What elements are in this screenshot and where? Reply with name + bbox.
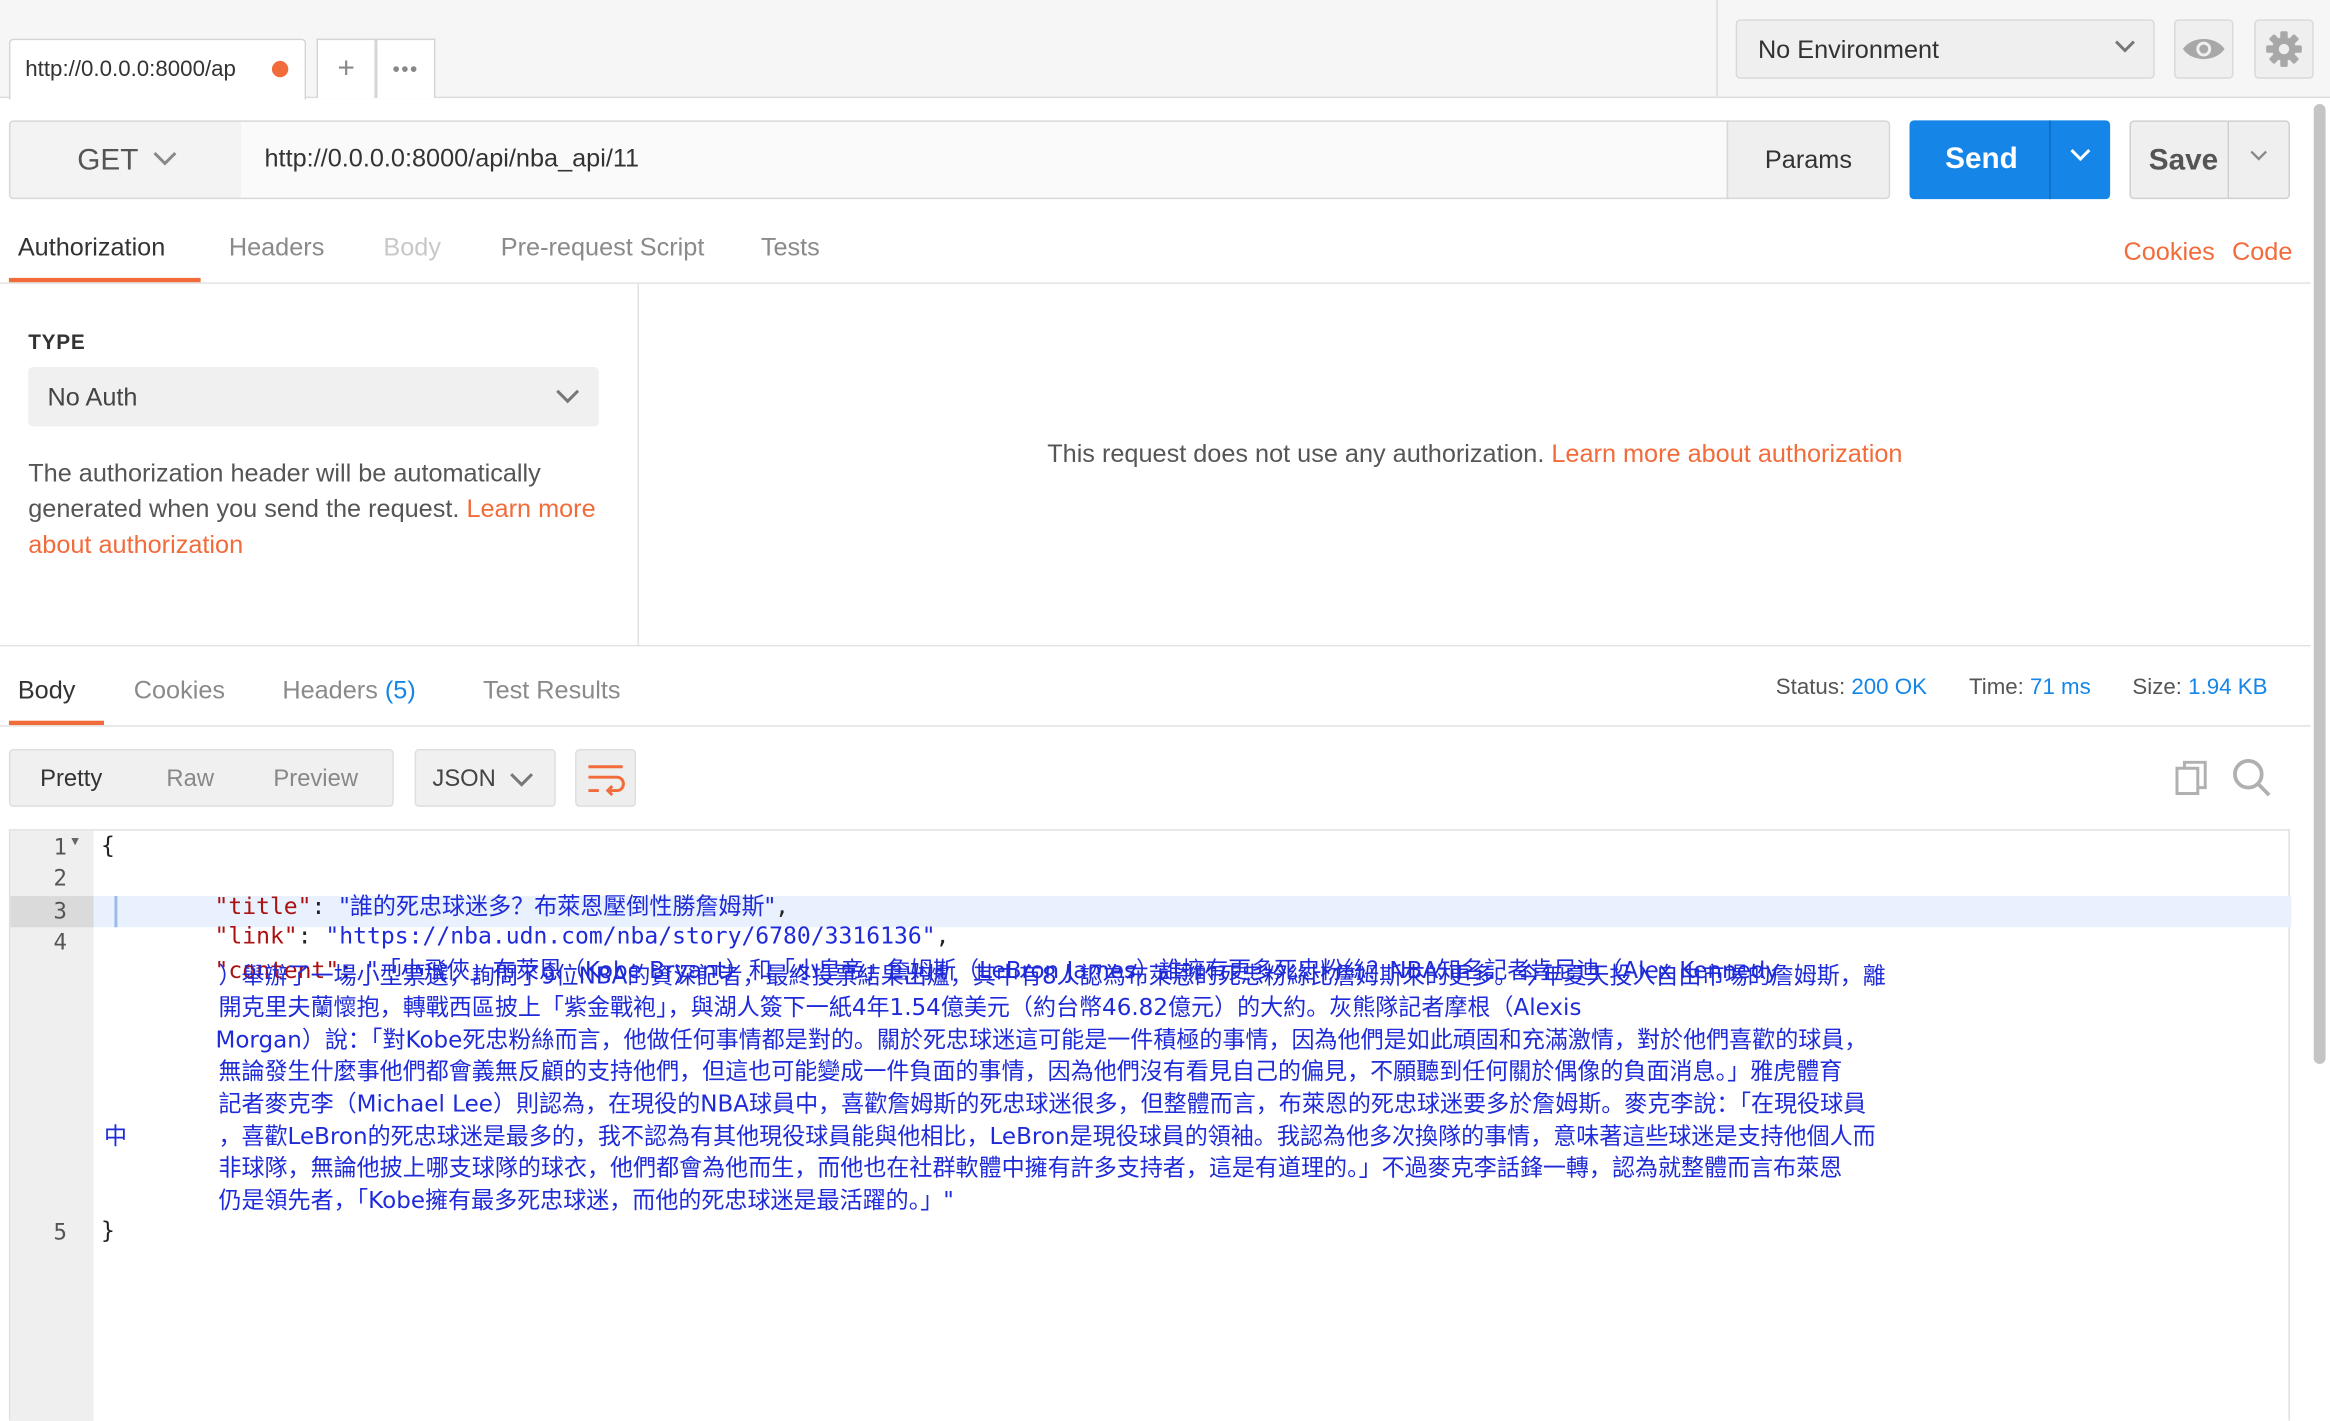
content-line: Morgan）說：「對Kobe死忠粉絲而言，他做任何事情都是對的。關於死忠球迷這… bbox=[215, 1026, 1868, 1054]
headers-count: (5) bbox=[384, 676, 416, 705]
cookies-link[interactable]: Cookies bbox=[2123, 238, 2214, 268]
auth-type-label: TYPE bbox=[28, 329, 86, 354]
search-icon[interactable] bbox=[2229, 755, 2274, 807]
gear-icon bbox=[2262, 31, 2307, 83]
format-pretty[interactable]: Pretty bbox=[40, 767, 102, 794]
auth-message-link[interactable]: Learn more about authorization bbox=[1551, 440, 1902, 468]
tab-test-results[interactable]: Test Results bbox=[483, 676, 621, 706]
line-number: 4 bbox=[53, 928, 67, 956]
chevron-down-icon bbox=[508, 762, 535, 802]
method-select[interactable]: GET bbox=[8, 120, 243, 200]
send-options-chevron-icon[interactable] bbox=[2067, 138, 2094, 178]
format-preview[interactable]: Preview bbox=[273, 767, 358, 794]
headers-label: Headers bbox=[282, 676, 378, 705]
save-button[interactable]: Save bbox=[2129, 120, 2290, 200]
url-text: http://0.0.0.0:8000/api/nba_api/11 bbox=[264, 144, 640, 173]
send-divider bbox=[2049, 120, 2051, 200]
more-tabs-button[interactable]: ••• bbox=[375, 38, 436, 99]
content-line: 開克里夫蘭懷抱，轉戰西區披上「紫金戰袍」，與湖人簽下一紙4年1.54億美元（約台… bbox=[218, 994, 1582, 1021]
page-scrollbar[interactable] bbox=[2313, 104, 2326, 1064]
size-label: Size: bbox=[2132, 674, 2182, 700]
request-tab-bar: http://0.0.0.0:8000/ap + ••• bbox=[0, 0, 1717, 100]
tab-tests[interactable]: Tests bbox=[761, 233, 820, 263]
environment-quick-look-button[interactable] bbox=[2174, 19, 2234, 79]
line-number: 3 bbox=[53, 897, 67, 925]
content-line: ）舉辦了一場小型票選，詢問了9位NBA的資深記者，最終投票結果出爐，其中有8人認… bbox=[218, 962, 1886, 990]
copy-icon[interactable] bbox=[2171, 756, 2213, 808]
save-divider bbox=[2227, 121, 2229, 198]
tab-response-headers[interactable]: Headers (5) bbox=[282, 676, 415, 706]
tab-body[interactable]: Body bbox=[383, 233, 441, 263]
code-close-brace: } bbox=[101, 1217, 115, 1244]
chevron-down-icon bbox=[2112, 33, 2139, 67]
chevron-down-icon bbox=[554, 379, 581, 419]
body-format-group: Pretty Raw Preview bbox=[8, 748, 394, 807]
line-number: 2 bbox=[53, 864, 67, 892]
text-cursor bbox=[114, 896, 118, 928]
environment-area: No Environment bbox=[1716, 0, 2330, 99]
method-label: GET bbox=[77, 144, 139, 177]
content-line: 仍是領先者，「Kobe擁有最多死忠球迷，而他的死忠球迷是最活躍的。」" bbox=[218, 1187, 954, 1215]
environment-label: No Environment bbox=[1757, 35, 1940, 64]
params-button[interactable]: Params bbox=[1726, 120, 1891, 200]
status-label: Status: bbox=[1775, 674, 1846, 700]
auth-message: This request does not use any authorizat… bbox=[639, 440, 2311, 470]
environment-select[interactable]: No Environment bbox=[1735, 19, 2155, 79]
time-readout: Time: 71 ms bbox=[1969, 675, 2091, 700]
time-label: Time: bbox=[1968, 674, 2024, 700]
wrap-lines-icon bbox=[577, 765, 635, 811]
url-input[interactable]: http://0.0.0.0:8000/api/nba_api/11 bbox=[240, 120, 1729, 200]
content-line: ，喜歡LeBron的死忠球迷是最多的，我不認為有其他現役球員能與他相比，LeBr… bbox=[218, 1123, 1876, 1151]
time-value: 71 ms bbox=[2030, 674, 2091, 700]
tab-headers[interactable]: Headers bbox=[229, 233, 324, 263]
size-value: 1.94 KB bbox=[2188, 674, 2268, 700]
save-label: Save bbox=[2148, 144, 2219, 177]
line-number: 5 bbox=[53, 1218, 67, 1246]
content-line: 記者麥克李（Michael Lee）則認為，在現役的NBA球員中，喜歡詹姆斯的死… bbox=[218, 1090, 1867, 1118]
divider bbox=[0, 644, 2311, 647]
new-tab-button[interactable]: + bbox=[316, 38, 376, 99]
status-value: 200 OK bbox=[1851, 674, 1927, 700]
divider bbox=[0, 725, 2311, 727]
content-wrap-char: 中 bbox=[104, 1123, 128, 1151]
request-tab-label: http://0.0.0.0:8000/ap bbox=[25, 56, 236, 82]
save-options-chevron-icon[interactable] bbox=[2247, 140, 2271, 180]
tab-response-cookies[interactable]: Cookies bbox=[134, 676, 225, 706]
format-raw[interactable]: Raw bbox=[166, 767, 214, 794]
tab-authorization[interactable]: Authorization bbox=[18, 233, 165, 263]
response-body-editor[interactable]: 1 ▾ 2 3 4 5 { "title": "誰的死忠球迷多？布萊恩壓倒性勝詹… bbox=[8, 829, 2292, 1421]
auth-message-text: This request does not use any authorizat… bbox=[1047, 439, 1545, 469]
code-link[interactable]: Code bbox=[2232, 238, 2292, 268]
request-tab[interactable]: http://0.0.0.0:8000/ap bbox=[8, 38, 307, 100]
size-readout: Size: 1.94 KB bbox=[2132, 675, 2267, 700]
content-line: 無論發生什麼事他們都會義無反顧的支持他們，但這也可能變成一件負面的事情，因為他們… bbox=[218, 1058, 1843, 1085]
fold-arrow-icon[interactable]: ▾ bbox=[71, 834, 78, 850]
send-label: Send bbox=[1945, 142, 2018, 176]
wrap-lines-button[interactable] bbox=[575, 748, 637, 807]
eye-icon bbox=[2180, 39, 2228, 83]
tab-response-body[interactable]: Body bbox=[18, 676, 76, 706]
language-select[interactable]: JSON bbox=[414, 748, 556, 807]
content-line: 非球隊，無論他披上哪支球隊的球衣，他們都會為他而生，而他也在社群軟體中擁有許多支… bbox=[218, 1154, 1843, 1182]
divider bbox=[0, 282, 2311, 284]
code-open-brace: { bbox=[101, 832, 115, 859]
chevron-down-icon bbox=[152, 141, 179, 181]
language-label: JSON bbox=[432, 766, 496, 793]
send-button[interactable]: Send bbox=[1909, 120, 2111, 200]
auth-description-text: The authorization header will be automat… bbox=[28, 459, 541, 524]
auth-description: The authorization header will be automat… bbox=[28, 456, 615, 563]
auth-type-value: No Auth bbox=[47, 383, 138, 412]
auth-type-select[interactable]: No Auth bbox=[28, 367, 599, 427]
unsaved-dot-icon bbox=[271, 60, 289, 78]
status-readout: Status: 200 OK bbox=[1776, 675, 1927, 700]
manage-environments-button[interactable] bbox=[2254, 19, 2314, 79]
tab-pre-request-script[interactable]: Pre-request Script bbox=[501, 233, 705, 263]
line-number: 1 bbox=[53, 833, 67, 861]
